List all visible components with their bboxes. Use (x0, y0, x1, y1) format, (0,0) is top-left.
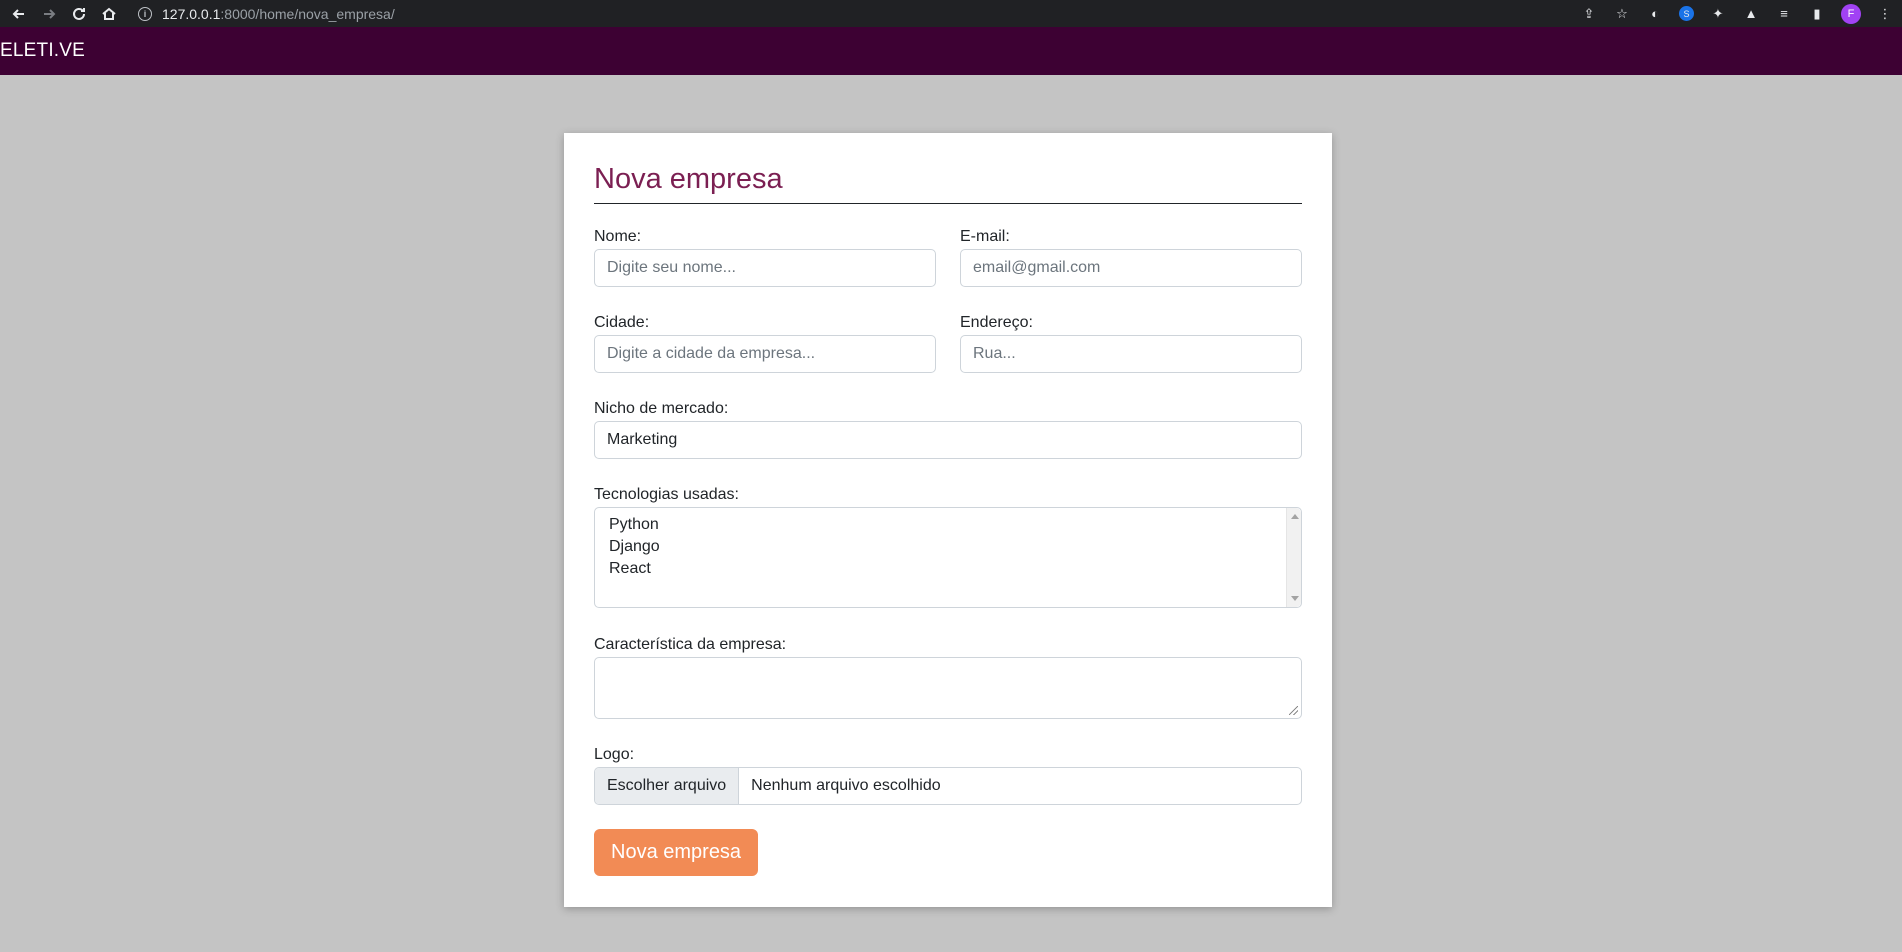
side-panel-icon[interactable]: ▮ (1808, 5, 1826, 23)
extensions-puzzle-icon[interactable]: ✦ (1709, 5, 1727, 23)
logo-label: Logo: (594, 746, 635, 763)
nome-label: Nome: (594, 228, 642, 245)
tecnologia-option[interactable]: React (595, 558, 1301, 580)
tecnologia-option[interactable]: Django (595, 536, 1301, 558)
tecnologias-multiselect[interactable]: Python Django React (594, 507, 1302, 608)
caracteristica-textarea[interactable] (594, 657, 1302, 719)
reload-icon (73, 7, 85, 20)
file-status-text: Nenhum arquivo escolhido (751, 777, 941, 794)
endereco-label: Endereço: (960, 314, 1033, 331)
reading-list-icon[interactable]: ≡ (1775, 5, 1793, 23)
cidade-input[interactable]: Digite a cidade da empresa... (594, 335, 936, 373)
multiselect-scrollbar[interactable] (1286, 508, 1301, 607)
scroll-up-arrow-icon[interactable] (1291, 514, 1299, 519)
dark-mode-extension-icon[interactable]: ◐ (1646, 5, 1664, 23)
browser-toolbar: i 127.0.0.1:8000/home/nova_empresa/ ⇪ ☆ … (0, 0, 1902, 27)
submit-button[interactable]: Nova empresa (594, 829, 759, 876)
profile-avatar[interactable]: F (1841, 3, 1861, 24)
home-button[interactable] (98, 3, 120, 25)
endereco-input[interactable]: Rua... (960, 335, 1302, 373)
url-path: :8000/home/nova_empresa/ (220, 5, 395, 22)
arrow-right-icon (44, 8, 56, 19)
browser-actions: ⇪ ☆ ◐ S ✦ ▲ ≡ ▮ F ⋮ (1580, 0, 1894, 27)
nicho-label: Nicho de mercado: (594, 400, 729, 417)
tecnologias-label: Tecnologias usadas: (594, 486, 739, 503)
share-icon[interactable]: ⇪ (1580, 5, 1598, 23)
arrow-left-icon (12, 8, 24, 19)
title-divider (594, 203, 1302, 204)
cidade-label: Cidade: (594, 314, 650, 331)
address-bar[interactable]: i 127.0.0.1:8000/home/nova_empresa/ (138, 6, 395, 22)
resize-handle-icon[interactable] (1289, 706, 1298, 715)
home-icon (102, 7, 116, 20)
scroll-down-arrow-icon[interactable] (1291, 596, 1299, 601)
nicho-select[interactable]: Marketing (594, 421, 1302, 459)
bookmark-star-icon[interactable]: ☆ (1613, 5, 1631, 23)
brand-logo-text[interactable]: ELETI.VE (0, 40, 85, 62)
nome-input[interactable]: Digite seu nome... (594, 249, 936, 287)
back-button[interactable] (8, 3, 30, 25)
new-company-form-card: Nova empresa Nome: Digite seu nome... E-… (564, 133, 1332, 907)
labs-flask-icon[interactable]: ▲ (1742, 5, 1760, 23)
email-input[interactable]: email@gmail.com (960, 249, 1302, 287)
choose-file-button[interactable]: Escolher arquivo (595, 768, 740, 804)
forward-button[interactable] (38, 3, 60, 25)
page-title: Nova empresa (594, 163, 783, 195)
browser-menu-icon[interactable]: ⋮ (1876, 5, 1894, 23)
extension-blue-icon[interactable]: S (1679, 6, 1694, 21)
caracteristica-label: Característica da empresa: (594, 636, 787, 653)
logo-file-input[interactable]: Escolher arquivo Nenhum arquivo escolhid… (594, 767, 1302, 805)
email-label: E-mail: (960, 228, 1010, 245)
info-icon[interactable]: i (138, 6, 152, 21)
tecnologia-option[interactable]: Python (595, 514, 1301, 536)
reload-button[interactable] (68, 3, 90, 25)
url-host: 127.0.0.1 (162, 5, 221, 22)
site-navbar: ELETI.VE (0, 27, 1902, 75)
